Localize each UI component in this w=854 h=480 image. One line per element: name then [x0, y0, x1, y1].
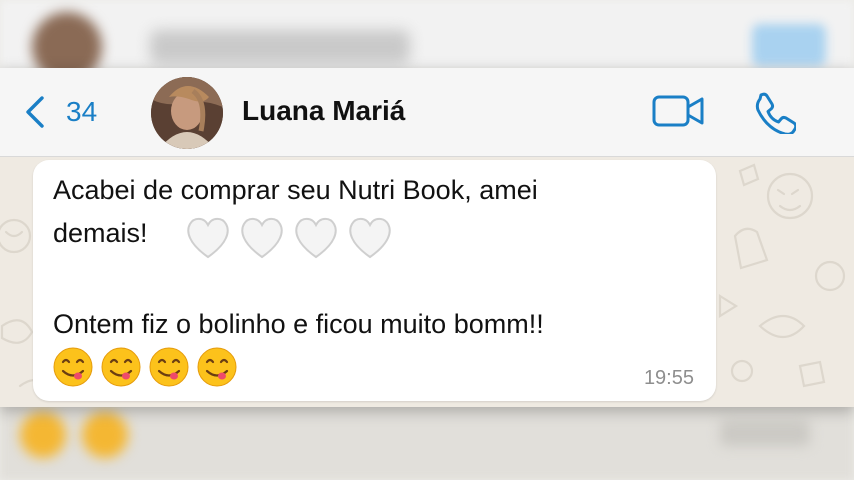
- message-bubble[interactable]: Acabei de comprar seu Nutri Book, amei d…: [33, 160, 716, 401]
- avatar-photo: [151, 77, 223, 149]
- white-heart-emoji-icon: [187, 217, 229, 259]
- white-heart-emoji-icon: [241, 217, 283, 259]
- contact-name[interactable]: Luana Mariá: [242, 95, 405, 127]
- video-call-icon[interactable]: [652, 94, 704, 128]
- message-text-line: demais!: [53, 218, 148, 248]
- unread-count: 34: [66, 96, 98, 127]
- white-heart-emoji-icon: [349, 217, 391, 259]
- yum-face-emoji-icon: [149, 347, 189, 387]
- yum-face-emoji-icon: [101, 347, 141, 387]
- message-timestamp: 19:55: [643, 367, 694, 389]
- blurred-video-icon: [752, 24, 826, 66]
- chat-card: 34 Luana Mariá Acabei de comprar seu Nut…: [0, 68, 854, 407]
- blurred-header: [0, 0, 854, 70]
- yum-face-emoji-icon: [197, 347, 237, 387]
- chevron-left-icon: [26, 96, 44, 128]
- yum-face-emojis: [53, 347, 237, 387]
- blurred-emoji: [82, 412, 128, 458]
- avatar[interactable]: [151, 77, 223, 149]
- heart-emojis: [184, 215, 394, 259]
- message-text-line: Acabei de comprar seu Nutri Book, amei: [53, 175, 538, 205]
- blurred-name: [150, 30, 410, 64]
- yum-face-emoji-icon: [53, 347, 93, 387]
- blurred-emoji: [20, 412, 66, 458]
- back-button[interactable]: 34: [22, 92, 97, 132]
- blurred-timestamp: [720, 420, 810, 446]
- white-heart-emoji-icon: [295, 217, 337, 259]
- chat-header: 34 Luana Mariá: [0, 68, 854, 157]
- phone-icon[interactable]: [752, 90, 796, 134]
- message-text-line: Ontem fiz o bolinho e ficou muito bomm!!: [53, 309, 544, 339]
